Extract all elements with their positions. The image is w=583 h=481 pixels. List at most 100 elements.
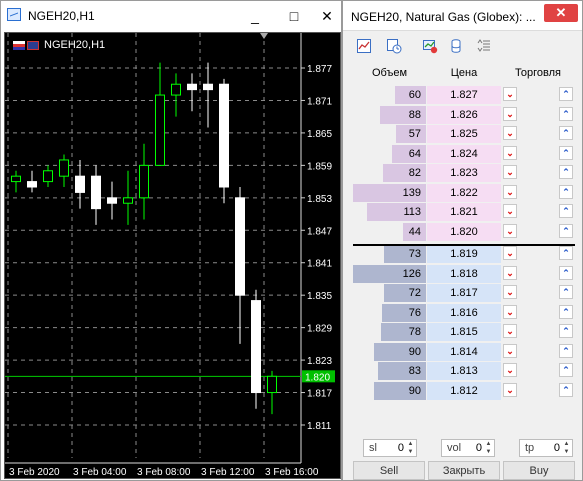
buy-limit-icon[interactable]: ⌃: [559, 145, 573, 160]
sell-limit-icon[interactable]: ⌄: [503, 106, 517, 121]
sell-limit-icon[interactable]: ⌄: [503, 324, 517, 338]
candle-body: [43, 170, 53, 183]
sell-button[interactable]: Sell: [353, 461, 425, 480]
price-cell[interactable]: 1.819: [427, 245, 501, 263]
buy-limit-icon[interactable]: ⌃: [559, 126, 573, 140]
cylinder-icon[interactable]: [445, 36, 467, 56]
price-cell[interactable]: 1.827: [427, 86, 501, 104]
volume-value: 73: [408, 248, 421, 260]
candle-body: [171, 83, 181, 96]
buy-limit-icon[interactable]: ⌃: [559, 304, 573, 319]
sell-limit-icon[interactable]: ⌄: [503, 304, 517, 319]
buy-limit-icon[interactable]: ⌃: [559, 363, 573, 377]
volume-field[interactable]: vol 0 ▲ ▼: [441, 439, 495, 457]
buy-limit-icon[interactable]: ⌃: [559, 223, 573, 238]
sell-limit-icon[interactable]: ⌄: [503, 145, 517, 160]
price-cell[interactable]: 1.823: [427, 164, 501, 182]
volume-column-header: Объем: [371, 67, 408, 79]
sell-limit-icon[interactable]: ⌄: [503, 265, 517, 280]
sell-limit-icon[interactable]: ⌄: [503, 246, 517, 260]
minimize-button[interactable]: _: [241, 5, 269, 27]
volume-cell: 88: [353, 105, 426, 124]
bid-row[interactable]: 78 1.815 ⌄ ⌃: [353, 322, 575, 341]
ask-row[interactable]: 60 1.827 ⌄ ⌃: [353, 85, 575, 104]
list-sort-icon[interactable]: [473, 36, 495, 56]
bid-row[interactable]: 90 1.812 ⌄ ⌃: [353, 381, 575, 400]
sell-limit-icon[interactable]: ⌄: [503, 285, 517, 299]
chart-shift-icon[interactable]: [260, 33, 268, 39]
close-button[interactable]: ✕: [313, 5, 341, 27]
buy-limit-icon[interactable]: ⌃: [559, 87, 573, 101]
sell-limit-icon[interactable]: ⌄: [503, 223, 517, 238]
ask-row[interactable]: 113 1.821 ⌄ ⌃: [353, 202, 575, 221]
close-position-button[interactable]: Закрыть: [428, 461, 500, 480]
price-cell[interactable]: 1.815: [427, 323, 501, 341]
spin-arrows-icon[interactable]: ▲ ▼: [562, 440, 571, 456]
ask-row[interactable]: 88 1.826 ⌄ ⌃: [353, 105, 575, 124]
buy-limit-icon[interactable]: ⌃: [559, 382, 573, 397]
buy-button[interactable]: Buy: [503, 461, 575, 480]
order-buttons: Sell Закрыть Buy: [353, 461, 575, 481]
ask-row[interactable]: 139 1.822 ⌄ ⌃: [353, 183, 575, 202]
price-chart[interactable]: 1.877 1.871 1.865 1.859 1.853 1.847 1.841 1.835…: [5, 33, 341, 479]
bid-row[interactable]: 72 1.817 ⌄ ⌃: [353, 283, 575, 302]
spin-arrows-icon[interactable]: ▲ ▼: [484, 440, 493, 456]
sell-limit-icon[interactable]: ⌄: [503, 343, 517, 358]
buy-limit-icon[interactable]: ⌃: [559, 343, 573, 358]
ask-row[interactable]: 44 1.820 ⌄ ⌃: [353, 222, 575, 241]
sell-limit-icon[interactable]: ⌄: [503, 204, 517, 218]
buy-limit-icon[interactable]: ⌃: [559, 265, 573, 280]
sl-field[interactable]: sl 0 ▲ ▼: [363, 439, 417, 457]
chart-area[interactable]: 1.877 1.871 1.865 1.859 1.853 1.847 1.841 1.835…: [4, 32, 341, 479]
tp-field[interactable]: tp 0 ▲ ▼: [519, 439, 573, 457]
volume-cell: 126: [353, 264, 426, 283]
volume-value: 139: [402, 186, 421, 199]
chart-icon[interactable]: [353, 36, 375, 56]
price-cell[interactable]: 1.826: [427, 105, 501, 124]
sell-limit-icon[interactable]: ⌄: [503, 184, 517, 199]
buy-limit-icon[interactable]: ⌃: [559, 165, 573, 179]
bid-row[interactable]: 83 1.813 ⌄ ⌃: [353, 361, 575, 380]
spin-arrows-icon[interactable]: ▲ ▼: [406, 440, 415, 456]
volume-cell: 73: [353, 245, 426, 263]
bid-row[interactable]: 90 1.814 ⌄ ⌃: [353, 342, 575, 361]
volume-value: 82: [408, 167, 421, 179]
price-cell[interactable]: 1.825: [427, 125, 501, 143]
spread-divider: [353, 244, 575, 246]
chart-app-icon: [7, 8, 21, 21]
price-cell[interactable]: 1.818: [427, 264, 501, 283]
buy-limit-icon[interactable]: ⌃: [559, 204, 573, 218]
ask-row[interactable]: 64 1.824 ⌄ ⌃: [353, 144, 575, 163]
sell-limit-icon[interactable]: ⌄: [503, 382, 517, 397]
price-cell[interactable]: 1.822: [427, 183, 501, 202]
price-cell[interactable]: 1.812: [427, 381, 501, 400]
price-cell[interactable]: 1.817: [427, 284, 501, 302]
bid-row[interactable]: 126 1.818 ⌄ ⌃: [353, 264, 575, 283]
bid-row[interactable]: 73 1.819 ⌄ ⌃: [353, 244, 575, 263]
bid-row[interactable]: 76 1.816 ⌄ ⌃: [353, 303, 575, 322]
buy-limit-icon[interactable]: ⌃: [559, 324, 573, 338]
clock-chart-icon[interactable]: [383, 36, 405, 56]
volume-cell: 76: [353, 303, 426, 322]
price-cell[interactable]: 1.816: [427, 303, 501, 322]
price-cell[interactable]: 1.820: [427, 222, 501, 241]
trade-icon[interactable]: [419, 36, 441, 56]
ask-row[interactable]: 57 1.825 ⌄ ⌃: [353, 124, 575, 143]
close-button[interactable]: ✕: [544, 4, 578, 22]
price-cell[interactable]: 1.824: [427, 144, 501, 163]
sell-limit-icon[interactable]: ⌄: [503, 363, 517, 377]
price-cell[interactable]: 1.821: [427, 203, 501, 221]
depth-of-market-window: NGEH20, Natural Gas (Globex): ... ✕ Объе…: [342, 0, 583, 481]
price-cell[interactable]: 1.814: [427, 342, 501, 361]
trade-cell: ⌄ ⌃: [501, 265, 575, 283]
buy-limit-icon[interactable]: ⌃: [559, 285, 573, 299]
ask-row[interactable]: 82 1.823 ⌄ ⌃: [353, 163, 575, 182]
sell-limit-icon[interactable]: ⌄: [503, 165, 517, 179]
buy-limit-icon[interactable]: ⌃: [559, 106, 573, 121]
buy-limit-icon[interactable]: ⌃: [559, 246, 573, 260]
price-cell[interactable]: 1.813: [427, 362, 501, 380]
buy-limit-icon[interactable]: ⌃: [559, 184, 573, 199]
maximize-button[interactable]: □: [280, 5, 308, 27]
sell-limit-icon[interactable]: ⌄: [503, 126, 517, 140]
sell-limit-icon[interactable]: ⌄: [503, 87, 517, 101]
